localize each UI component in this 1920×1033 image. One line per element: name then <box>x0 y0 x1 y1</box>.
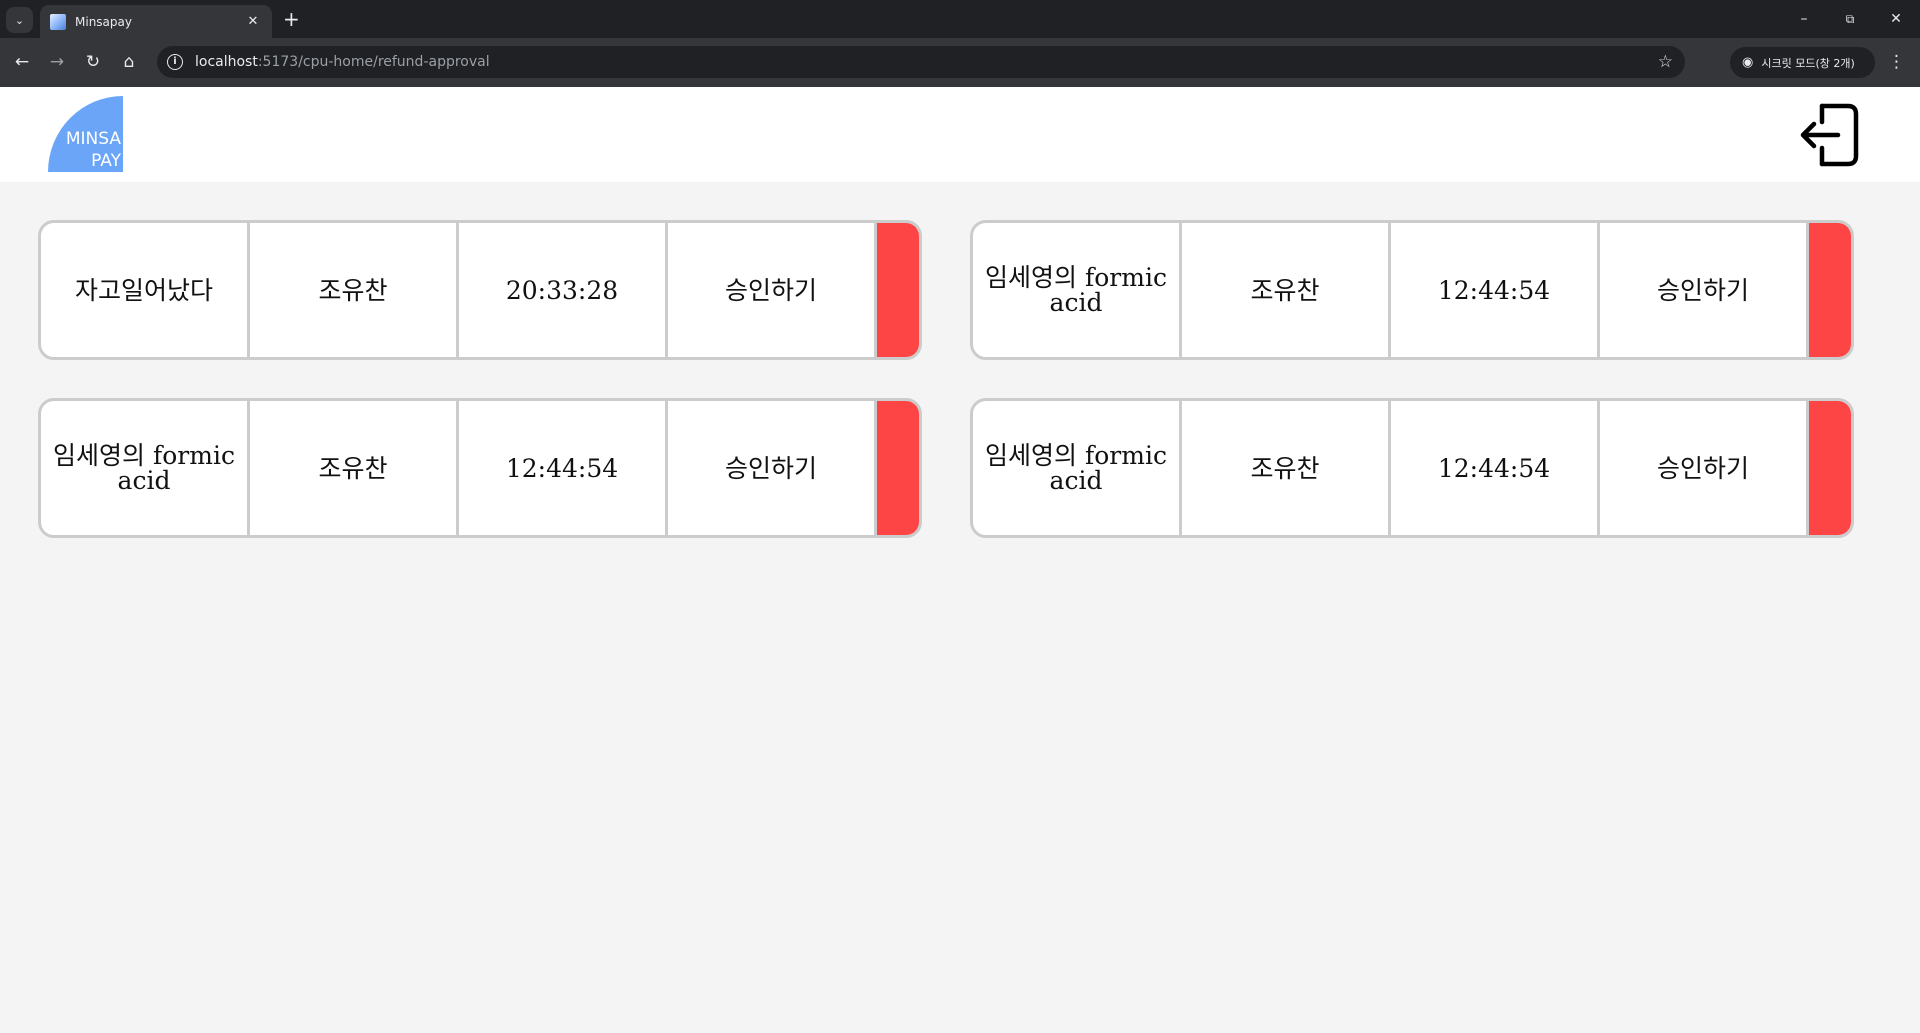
refund-request-card: 임세영의 formic acid 조유찬 12:44:54 승인하기 <box>38 398 922 538</box>
request-time: 20:33:28 <box>459 223 668 357</box>
request-time: 12:44:54 <box>1391 223 1600 357</box>
deny-button[interactable] <box>1809 401 1851 535</box>
item-name: 임세영의 formic acid <box>41 401 250 535</box>
request-time: 12:44:54 <box>1391 401 1600 535</box>
deny-button[interactable] <box>1809 223 1851 357</box>
refund-request-card: 임세영의 formic acid 조유찬 12:44:54 승인하기 <box>970 220 1854 360</box>
requester-name: 조유찬 <box>250 223 459 357</box>
requester-name: 조유찬 <box>1182 401 1391 535</box>
request-time: 12:44:54 <box>459 401 668 535</box>
approve-button[interactable]: 승인하기 <box>668 223 877 357</box>
refund-request-grid: 자고일어났다 조유찬 20:33:28 승인하기 임세영의 formic aci… <box>0 0 1920 1033</box>
requester-name: 조유찬 <box>250 401 459 535</box>
refund-request-card: 자고일어났다 조유찬 20:33:28 승인하기 <box>38 220 922 360</box>
refund-request-card: 임세영의 formic acid 조유찬 12:44:54 승인하기 <box>970 398 1854 538</box>
deny-button[interactable] <box>877 401 919 535</box>
approve-button[interactable]: 승인하기 <box>668 401 877 535</box>
item-name: 임세영의 formic acid <box>973 223 1182 357</box>
approve-button[interactable]: 승인하기 <box>1600 223 1809 357</box>
approve-button[interactable]: 승인하기 <box>1600 401 1809 535</box>
requester-name: 조유찬 <box>1182 223 1391 357</box>
item-name: 자고일어났다 <box>41 223 250 357</box>
deny-button[interactable] <box>877 223 919 357</box>
item-name: 임세영의 formic acid <box>973 401 1182 535</box>
